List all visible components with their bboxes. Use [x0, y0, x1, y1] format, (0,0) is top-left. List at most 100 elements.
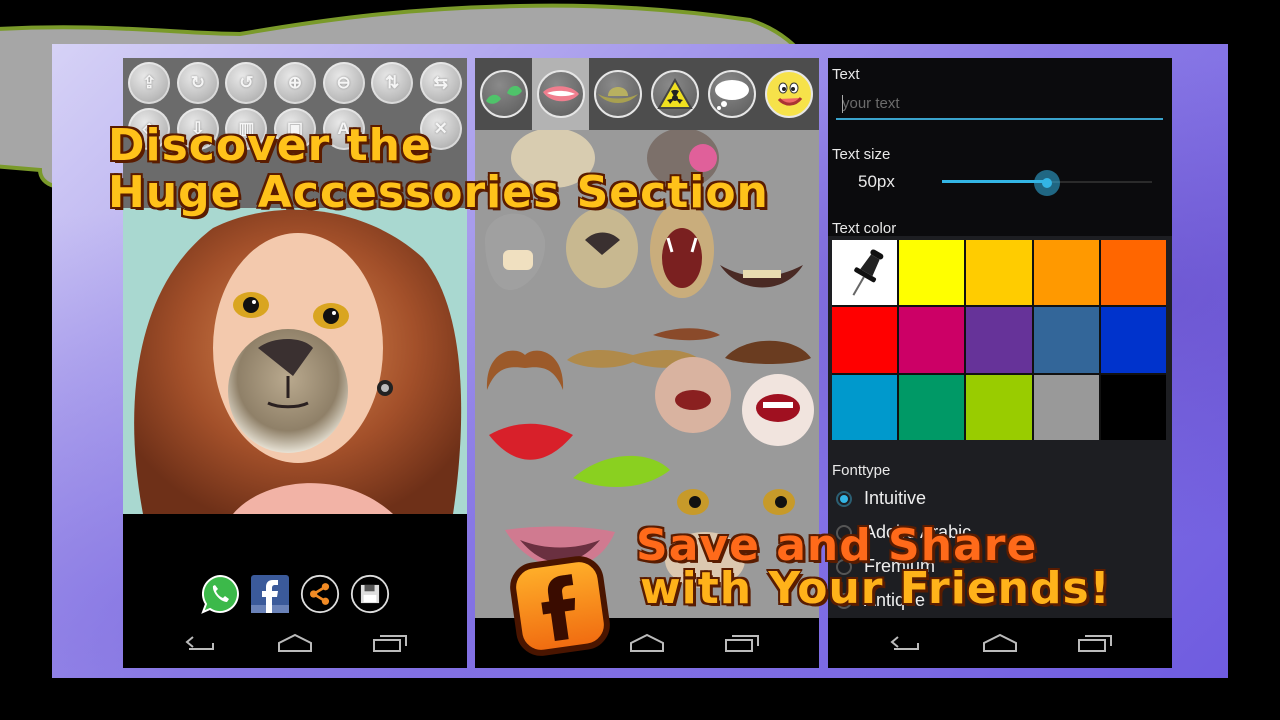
promo-headline-line2: Huge Accessories Section: [107, 167, 769, 219]
zoom-in-button[interactable]: ⊕: [273, 62, 316, 104]
font-option-label: Intuitive: [864, 488, 927, 508]
color-swatch[interactable]: [1100, 240, 1166, 306]
rotate-left-icon: ↺: [239, 73, 254, 92]
color-swatch[interactable]: [832, 374, 898, 440]
accessory-vampire-mouth[interactable]: [742, 374, 814, 446]
back-icon: [185, 636, 215, 650]
import-photo-button[interactable]: ⇪: [128, 62, 171, 104]
tab-hats[interactable]: [589, 58, 646, 130]
color-swatch[interactable]: [1033, 374, 1099, 440]
color-palette: [832, 240, 1166, 440]
promo-headline: Discover the Huge Accessories Section: [107, 120, 769, 219]
whatsapp-icon: [201, 574, 239, 614]
text-color-label: Text color: [832, 220, 897, 237]
home-icon: [982, 633, 1017, 652]
promo-footer-line1: Save and Share: [635, 520, 1038, 571]
accessory-lion-nose[interactable]: [566, 208, 638, 288]
color-swatch[interactable]: [1100, 307, 1166, 373]
tab-eyes[interactable]: [475, 58, 532, 130]
accessory-cat-eyes[interactable]: [677, 489, 795, 515]
floppy-disk-icon: [350, 574, 390, 614]
home-button[interactable]: [980, 630, 1020, 656]
share-icon: [300, 574, 340, 614]
flip-horizontal-button[interactable]: ⇆: [419, 62, 462, 104]
tab-emoticons[interactable]: [760, 58, 817, 130]
text-input[interactable]: [836, 88, 1163, 120]
accessory-red-lips[interactable]: [489, 423, 573, 460]
home-button[interactable]: [275, 630, 315, 656]
accessory-green-lips[interactable]: [573, 455, 670, 488]
recents-icon: [1077, 635, 1112, 652]
fonttype-label: Fonttype: [832, 462, 891, 479]
promo-footer: Save and Share with Your Friends!: [635, 520, 1111, 615]
zoom-out-icon: ⊖: [336, 73, 351, 92]
recents-button[interactable]: [722, 630, 762, 656]
color-swatch[interactable]: [899, 374, 965, 440]
back-button[interactable]: [885, 630, 925, 656]
color-swatch[interactable]: [966, 240, 1032, 306]
radio-button[interactable]: [836, 490, 852, 507]
accessory-mustache-1[interactable]: [486, 350, 564, 390]
edited-photo[interactable]: [123, 208, 467, 514]
color-swatch[interactable]: [1033, 307, 1099, 373]
font-option[interactable]: Intuitive: [836, 488, 926, 509]
promo-headline-line1: Discover the: [107, 120, 432, 171]
recents-button[interactable]: [370, 630, 410, 656]
back-button[interactable]: [180, 630, 220, 656]
category-tabs: [475, 58, 819, 130]
tab-signs[interactable]: [646, 58, 703, 130]
accessory-open-mouth[interactable]: [655, 357, 731, 433]
smiley-icon: [769, 75, 808, 113]
color-swatch[interactable]: [899, 240, 965, 306]
accessory-mustache-4[interactable]: [725, 340, 811, 364]
import-photo-icon: ⇪: [142, 73, 157, 92]
rotate-right-icon: ↻: [190, 73, 205, 92]
text-cursor: [842, 95, 843, 113]
whatsapp-button[interactable]: [200, 574, 240, 614]
slider-thumb[interactable]: [1034, 170, 1060, 196]
color-swatch[interactable]: [832, 307, 898, 373]
recents-button[interactable]: [1075, 630, 1115, 656]
color-swatch[interactable]: [832, 240, 898, 306]
pushpin-icon: [852, 249, 884, 296]
flip-vertical-button[interactable]: ⇅: [371, 62, 414, 104]
home-icon: [629, 633, 664, 652]
save-button[interactable]: [350, 574, 390, 614]
cowboy-hat-icon: [597, 87, 638, 103]
tab-mouths[interactable]: [532, 58, 589, 130]
rotate-right-button[interactable]: ↻: [176, 62, 219, 104]
share-button[interactable]: [300, 574, 340, 614]
color-swatch[interactable]: [966, 374, 1032, 440]
share-bar: [123, 574, 467, 614]
promo-footer-line2: with Your Friends!: [639, 563, 1111, 615]
back-icon: [890, 636, 920, 650]
text-size-label: Text size: [832, 146, 891, 163]
accessory-smile-mouth[interactable]: [720, 265, 803, 288]
accessory-mustache-3[interactable]: [653, 328, 720, 341]
color-swatch[interactable]: [1100, 374, 1166, 440]
recents-icon: [372, 635, 407, 652]
home-icon: [277, 633, 312, 652]
facebook-icon: [251, 575, 289, 613]
color-swatch[interactable]: [899, 307, 965, 373]
text-size-slider[interactable]: [942, 170, 1152, 196]
color-swatch[interactable]: [1033, 240, 1099, 306]
zoom-out-button[interactable]: ⊖: [322, 62, 365, 104]
android-nav-bar: [123, 618, 467, 668]
color-swatch[interactable]: [966, 307, 1032, 373]
flip-horizontal-icon: ⇆: [433, 73, 448, 92]
tab-speech-bubbles[interactable]: [703, 58, 760, 130]
facebook-badge: [504, 550, 617, 663]
lips-icon: [542, 86, 579, 102]
facebook-badge-icon: [510, 556, 610, 656]
photo-content: [123, 208, 467, 514]
home-button[interactable]: [627, 630, 667, 656]
rotate-left-button[interactable]: ↺: [225, 62, 268, 104]
cat-eyes-icon: [485, 85, 522, 104]
facebook-button[interactable]: [250, 574, 290, 614]
android-nav-bar: [828, 618, 1172, 668]
zoom-in-icon: ⊕: [287, 73, 303, 92]
recents-icon: [724, 635, 759, 652]
slider-fill: [942, 180, 1047, 183]
accessory-donkey-mouth[interactable]: [485, 213, 546, 290]
